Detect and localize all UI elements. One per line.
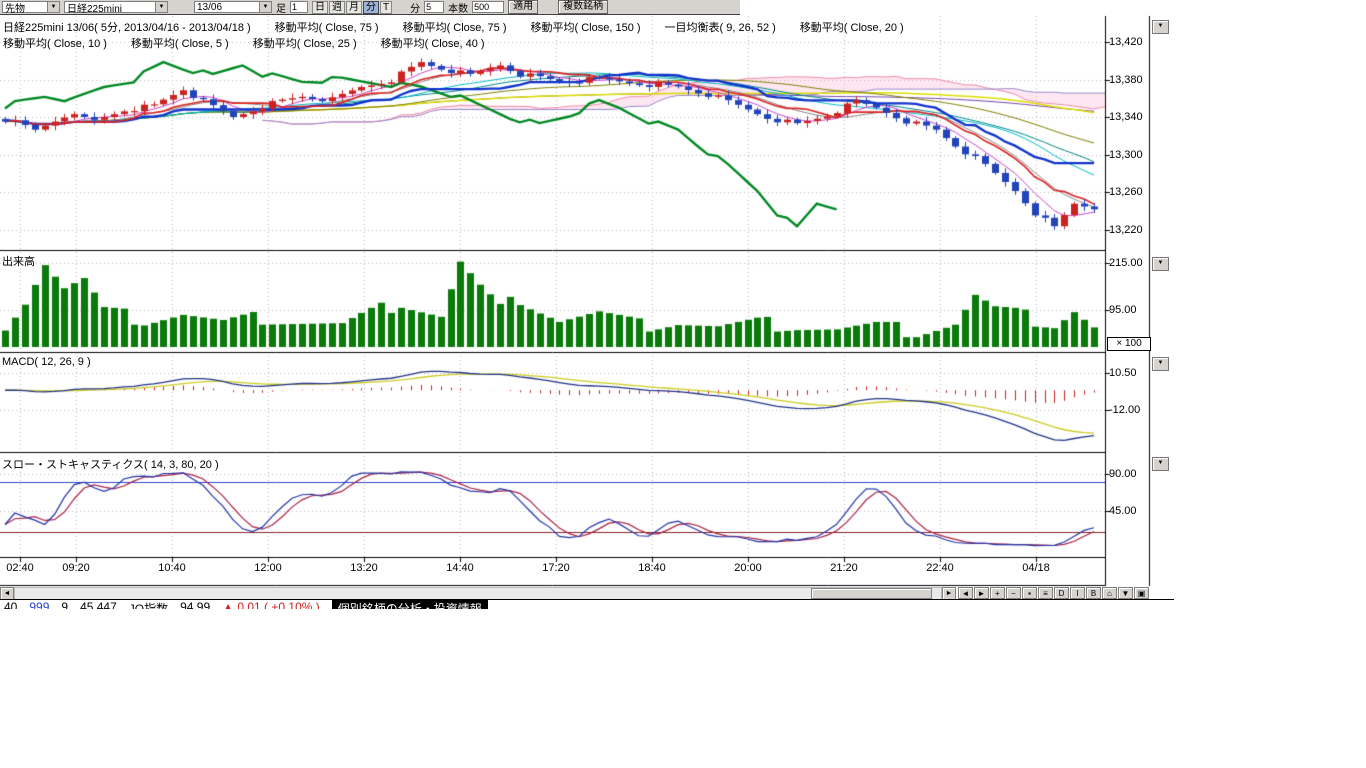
- minute-input[interactable]: [424, 1, 444, 13]
- dropdown-button[interactable]: ▼: [1118, 587, 1133, 599]
- pan-right-button[interactable]: ►: [974, 587, 989, 599]
- contract-select-value: 13/06: [197, 2, 222, 13]
- bars-label: 本数: [448, 0, 468, 15]
- chart-canvas[interactable]: [0, 0, 1170, 600]
- unit-buttons: 日週月分T: [312, 1, 392, 14]
- volume-panel-dropdown-button[interactable]: ▼: [1152, 257, 1169, 271]
- status-value: JQ指数: [129, 600, 168, 609]
- chevron-down-icon[interactable]: ▼: [47, 2, 59, 12]
- status-value: 94.99: [180, 600, 210, 609]
- grid-button[interactable]: ▣: [1134, 587, 1149, 599]
- unit-button-月[interactable]: 月: [346, 1, 362, 14]
- letter-d-button[interactable]: D: [1054, 587, 1069, 599]
- menu-button[interactable]: ≡: [1038, 587, 1053, 599]
- apply-button[interactable]: 適用: [508, 0, 538, 14]
- status-value: 9: [61, 600, 68, 609]
- minute-label: 分: [410, 0, 420, 15]
- market-select[interactable]: 先物 ▼: [2, 1, 60, 13]
- contract-select[interactable]: 13/06 ▼: [194, 1, 272, 13]
- market-select-value: 先物: [5, 0, 25, 15]
- multi-symbol-button[interactable]: 複数銘柄: [558, 0, 608, 14]
- unit-button-分[interactable]: 分: [363, 1, 379, 14]
- symbol-select-value: 日経225mini: [67, 0, 122, 15]
- zoom-in-button[interactable]: +: [990, 587, 1005, 599]
- unit-button-T[interactable]: T: [380, 1, 392, 14]
- zoom-out-button[interactable]: −: [1006, 587, 1021, 599]
- chevron-down-icon[interactable]: ▼: [155, 2, 167, 12]
- trading-app-window: 日経225mini 13/06( 5分, 2013/04/16 - 2013/0…: [0, 0, 1366, 768]
- status-strip: 40999945,447JQ指数94.99▲ 0.01 ( +0.10% )個別…: [0, 599, 1174, 609]
- home-button[interactable]: ⌂: [1102, 587, 1117, 599]
- stoch-panel-dropdown-button[interactable]: ▼: [1152, 457, 1169, 471]
- symbol-select[interactable]: 日経225mini ▼: [64, 1, 168, 13]
- toolbar: 先物 ▼ 日経225mini ▼ 13/06 ▼ 足 日週月分T 分 本数 適用…: [0, 0, 740, 15]
- marker-button[interactable]: ▪: [1022, 587, 1037, 599]
- status-value: 999: [29, 600, 49, 609]
- bars-input[interactable]: [472, 1, 504, 13]
- unit-button-週[interactable]: 週: [329, 1, 345, 14]
- unit-button-日[interactable]: 日: [312, 1, 328, 14]
- status-value: 45,447: [80, 600, 117, 609]
- letter-b-button[interactable]: B: [1086, 587, 1101, 599]
- chevron-down-icon[interactable]: ▼: [259, 2, 271, 12]
- macd-panel-dropdown-button[interactable]: ▼: [1152, 357, 1169, 371]
- status-value: 40: [4, 600, 17, 609]
- status-badge[interactable]: 個別銘柄の分析・投資情報: [332, 600, 488, 609]
- scroll-thumb[interactable]: [811, 588, 931, 599]
- pan-left-button[interactable]: ◄: [958, 587, 973, 599]
- scroll-tools: ◄►+−▪≡DIB⌂▼▣: [958, 587, 1149, 599]
- letter-i-button[interactable]: I: [1070, 587, 1085, 599]
- price-panel-dropdown-button[interactable]: ▼: [1152, 20, 1169, 34]
- status-value: ▲ 0.01 ( +0.10% ): [222, 600, 320, 609]
- interval-input[interactable]: [290, 1, 308, 13]
- ashi-label: 足: [276, 0, 286, 15]
